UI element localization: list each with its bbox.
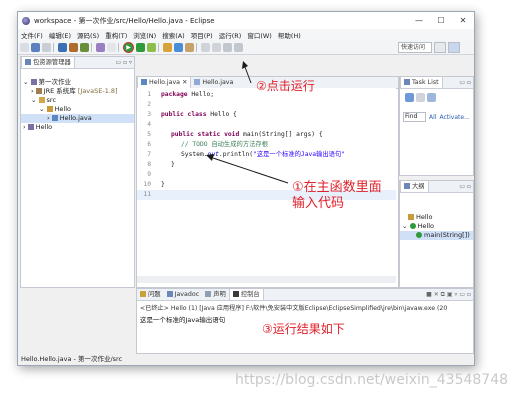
watermark: https://blog.csdn.net/weixin_43548748: [235, 372, 509, 388]
annotation-arrows: [206, 61, 289, 184]
annotation-step1-line2: 输入代码: [292, 196, 345, 211]
annotation-step3: ③运行结果如下: [262, 322, 345, 336]
run-arrow-line: [244, 66, 252, 84]
code-arrow-line: [212, 157, 289, 184]
annotation-step2: ②点击运行: [256, 79, 315, 93]
code-arrow-head: [206, 154, 214, 161]
